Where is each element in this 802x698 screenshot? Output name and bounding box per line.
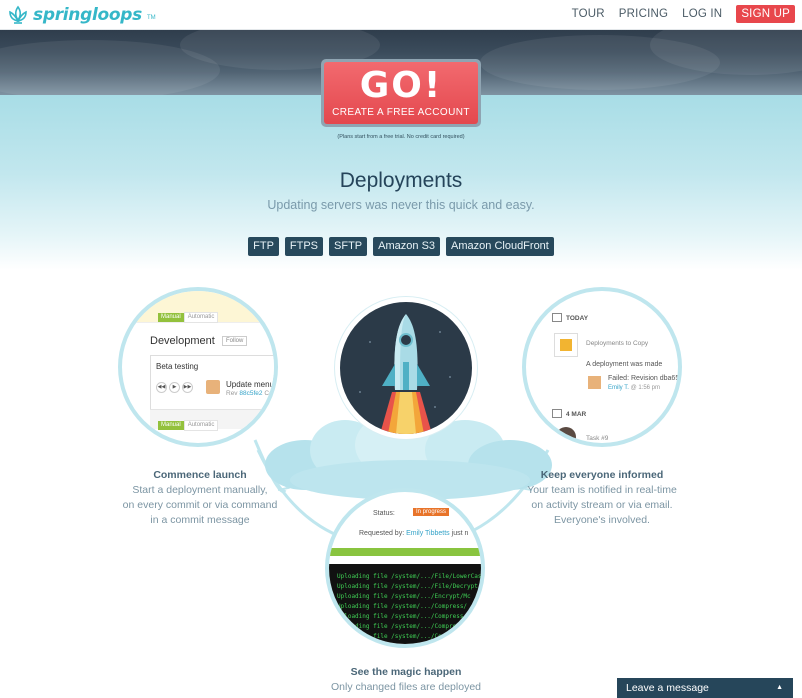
commit-message: Update menu — [226, 380, 275, 389]
automatic-toggle[interactable]: Automatic — [183, 312, 219, 323]
today-label: TODAY — [566, 315, 589, 322]
log-line: Uploading file /system/.../Encrypt/Mc — [337, 593, 471, 600]
deploy-progress-circle: Status: In progress Requested by: Emily … — [325, 488, 485, 648]
failed-revision: Failed: Revision dba65 — [608, 375, 680, 382]
feature-line: Start a deployment manually, — [132, 484, 268, 496]
protocol-list: FTP FTPS SFTP Amazon S3 Amazon CloudFron… — [200, 237, 602, 256]
section-title: Deployments — [339, 169, 463, 192]
protocol-badge: FTP — [248, 237, 279, 256]
rev-suffix: Co — [264, 390, 273, 397]
requested-user[interactable]: Emily Tibbetts — [406, 530, 450, 537]
caret-up-icon: ▲ — [776, 684, 783, 691]
protocol-badge: SFTP — [329, 237, 368, 256]
protocol-badge: Amazon CloudFront — [446, 237, 554, 256]
feature-heading: Commence launch — [153, 469, 247, 481]
branch-name: Beta testing — [156, 362, 199, 371]
status-badge: In progress — [413, 508, 450, 516]
calendar-icon — [552, 409, 562, 418]
automatic-toggle[interactable]: Automatic — [183, 420, 219, 431]
section-subtitle: Updating servers was never this quick an… — [267, 198, 535, 212]
logo-text: springloops — [33, 5, 142, 25]
feature-line: on every commit or via command — [122, 499, 278, 511]
nav-tour[interactable]: TOUR — [572, 8, 605, 20]
log-line: Uploading file /system/.../Compress — [337, 623, 464, 630]
play-icon[interactable]: ▶ — [169, 382, 180, 393]
notifications-circle: TODAY Deployments to Copy A deployment w… — [522, 287, 682, 447]
rev-hash[interactable]: 88c5fe2 — [239, 390, 262, 397]
terminal-log: Uploading file /system/.../File/LowerCas… — [329, 564, 482, 644]
lotus-logo-icon — [9, 5, 27, 24]
nav-pricing[interactable]: PRICING — [619, 8, 668, 20]
log-line: Uploading file /system/.../Compress — [337, 613, 464, 620]
deploy-title: Deployments to Copy — [586, 340, 649, 347]
time-text: @ 1:56 pm — [630, 385, 661, 391]
requested-suffix: just n — [451, 530, 469, 537]
rev-prefix: Rev — [226, 390, 238, 397]
rocket-icon — [359, 314, 451, 434]
feature-heading: Keep everyone informed — [540, 469, 664, 481]
forward-icon[interactable]: ▶▶ — [182, 382, 193, 393]
avatar — [588, 376, 601, 389]
requested-by: Requested by: Emily Tibbetts just n — [359, 530, 468, 537]
feature-commence-launch: Commence launch Start a deployment manua… — [110, 468, 290, 528]
feature-line: on activity stream or via email. — [531, 499, 673, 511]
rocket-circle — [335, 297, 477, 439]
requested-label: Requested by: — [359, 530, 405, 537]
springloops-logo[interactable]: springloops TM — [7, 4, 156, 26]
top-header: springloops TM TOUR PRICING LOG IN SIGN … — [0, 0, 802, 30]
playback-controls: ◀◀ ▶ ▶▶ — [156, 382, 193, 393]
rewind-icon[interactable]: ◀◀ — [156, 382, 167, 393]
deploy-made: A deployment was made — [586, 361, 663, 368]
manual-toggle[interactable]: Manual — [158, 313, 184, 322]
feature-keep-informed: Keep everyone informed Your team is noti… — [512, 468, 692, 528]
calendar-icon — [552, 313, 562, 322]
task-label: Task #9 — [586, 435, 609, 442]
log-line: Uploading file /system/.../Compress/ — [337, 603, 468, 610]
plans-note: (Plans start from a free trial. No credi… — [337, 134, 465, 140]
revision-line: Rev 88c5fe2 Co — [226, 390, 273, 397]
log-line: Uploading file /system/.../Compres — [337, 633, 460, 640]
avatar — [556, 427, 576, 443]
log-line: Uploading file /system/.../File/Decrypt — [337, 583, 478, 590]
leave-message-label: Leave a message — [626, 682, 709, 694]
box-icon — [554, 333, 578, 357]
date-label: 4 MAR — [566, 411, 587, 418]
feature-see-magic: See the magic happen Only changed files … — [306, 665, 506, 695]
nav-signup-button[interactable]: SIGN UP — [736, 5, 795, 23]
protocol-badge: Amazon S3 — [373, 237, 441, 256]
create-free-account-button[interactable]: GO! CREATE A FREE ACCOUNT — [324, 62, 478, 124]
logo-tm: TM — [146, 15, 156, 21]
progress-bar — [329, 548, 481, 556]
environment-name: Development — [150, 335, 215, 347]
feature-heading: See the magic happen — [350, 666, 462, 678]
nav-login[interactable]: LOG IN — [682, 8, 722, 20]
protocol-badge: FTPS — [284, 237, 324, 256]
create-account-text: CREATE A FREE ACCOUNT — [332, 107, 470, 118]
user-link[interactable]: Emily T. — [608, 385, 629, 391]
feature-line: Everyone's involved. — [554, 514, 650, 526]
go-cta-frame: GO! CREATE A FREE ACCOUNT — [321, 59, 481, 127]
feature-line: Your team is notified in real-time — [527, 484, 677, 496]
manual-toggle[interactable]: Manual — [158, 421, 184, 430]
user-time: Emily T. @ 1:56 pm — [608, 385, 660, 391]
status-label: Status: — [373, 510, 395, 517]
follow-button[interactable]: Follow — [222, 336, 248, 346]
main-nav: TOUR PRICING LOG IN SIGN UP — [572, 5, 795, 23]
log-line: Uploading file /system/.../File/LowerCas — [337, 573, 482, 580]
feature-line: Only changed files are deployed — [330, 681, 481, 693]
avatar — [206, 380, 220, 394]
leave-message-widget[interactable]: Leave a message ▲ — [617, 678, 793, 698]
feature-line: in a commit message — [150, 514, 250, 526]
go-text: GO! — [359, 65, 443, 106]
launch-circle: Manual Automatic Development Follow Beta … — [118, 287, 278, 447]
